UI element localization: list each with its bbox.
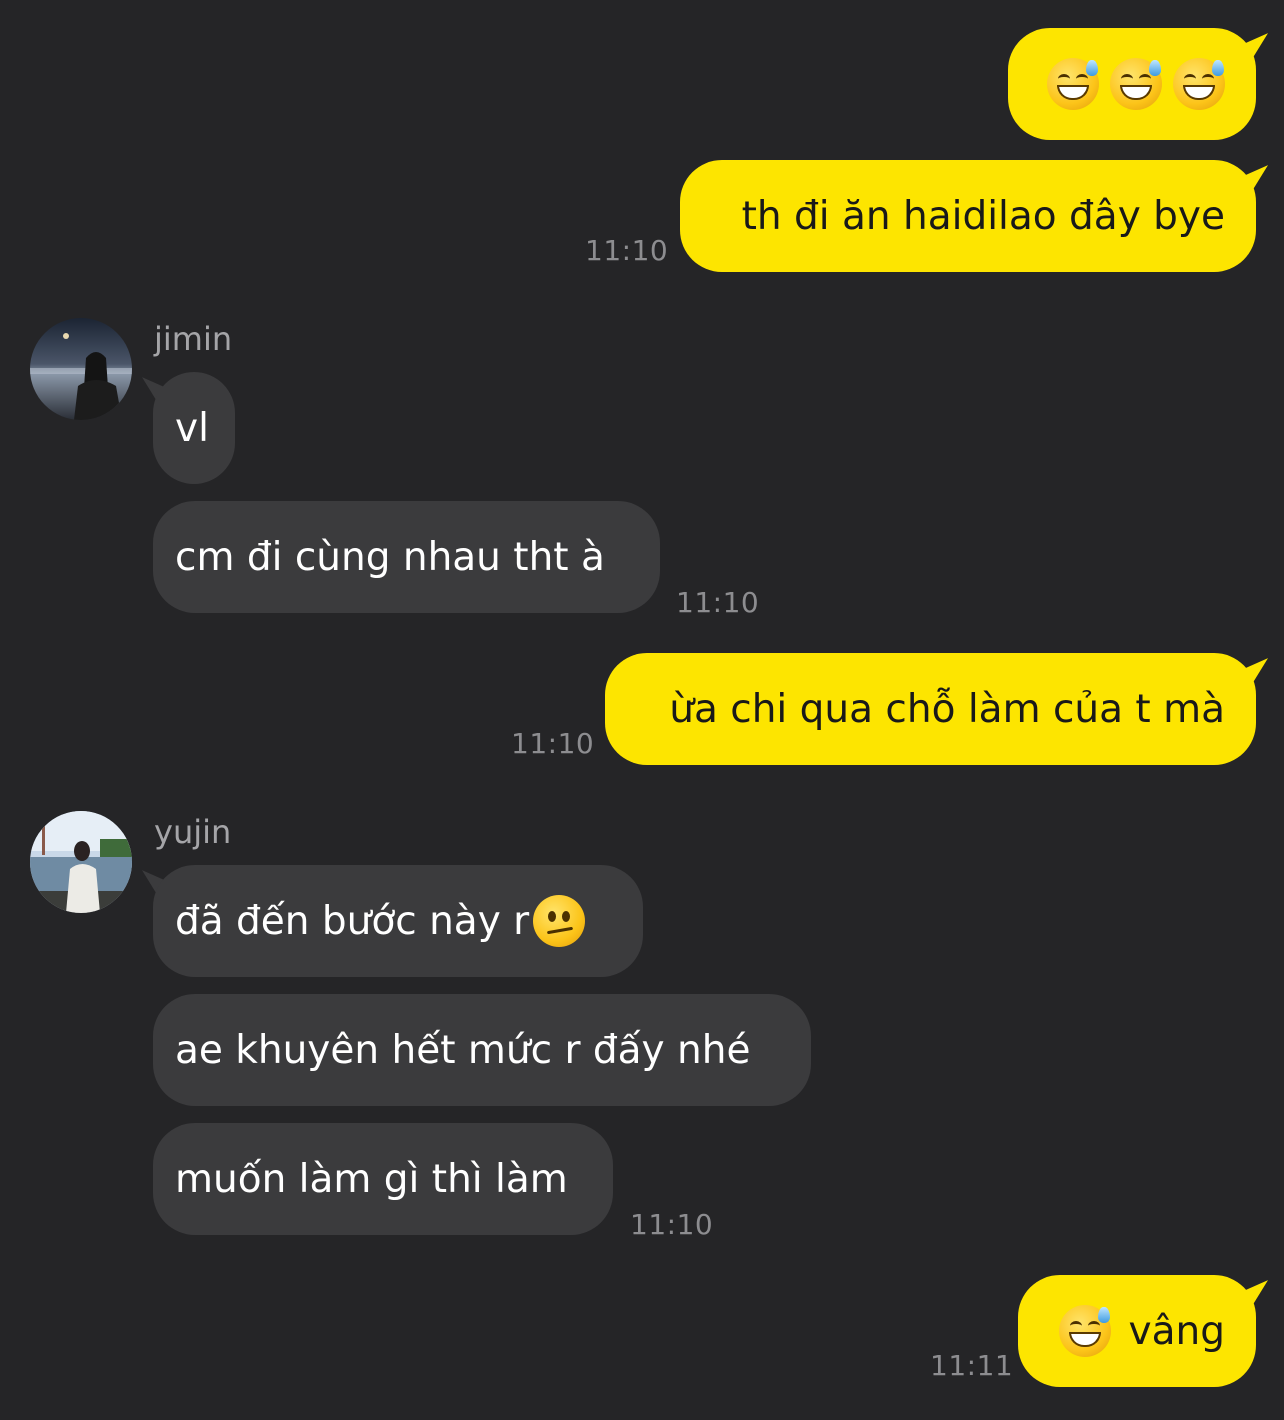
- sender-name: yujin: [154, 813, 232, 851]
- incoming-message-bubble[interactable]: ae khuyên hết mức r đấy nhé: [153, 994, 811, 1106]
- grinning-sweat-emoji-icon: [1058, 1305, 1111, 1357]
- sender-name: jimin: [154, 320, 233, 358]
- message-text: ừa chi qua chỗ làm của t mà: [669, 686, 1225, 732]
- bubble-tail: [1246, 33, 1268, 69]
- message-timestamp: 11:10: [511, 727, 595, 760]
- avatar-image: [30, 811, 132, 913]
- message-text: đã đến bước này r: [175, 898, 530, 944]
- incoming-message-bubble[interactable]: muốn làm gì thì làm: [153, 1123, 613, 1235]
- message-text: ae khuyên hết mức r đấy nhé: [175, 1027, 751, 1073]
- incoming-message-bubble[interactable]: vl: [153, 372, 235, 484]
- message-text: cm đi cùng nhau tht à: [175, 534, 605, 580]
- message-timestamp: 11:11: [930, 1349, 1014, 1382]
- message-text: th đi ăn haidilao đây bye: [741, 193, 1225, 239]
- bubble-tail: [1246, 1280, 1268, 1316]
- bubble-tail: [1246, 658, 1268, 694]
- confused-face-emoji-icon: [533, 895, 586, 947]
- avatar-jimin[interactable]: [30, 318, 132, 420]
- avatar-yujin[interactable]: [30, 811, 132, 913]
- grinning-sweat-emoji-icon: [1047, 58, 1099, 110]
- incoming-message-bubble[interactable]: đã đến bước này r: [153, 865, 643, 977]
- outgoing-message-bubble[interactable]: [1008, 28, 1256, 140]
- message-text: vâng: [1128, 1308, 1225, 1354]
- grinning-sweat-emoji-icon: [1173, 58, 1225, 110]
- outgoing-message-bubble[interactable]: ừa chi qua chỗ làm của t mà: [605, 653, 1256, 765]
- outgoing-message-bubble[interactable]: th đi ăn haidilao đây bye: [680, 160, 1256, 272]
- avatar-image: [30, 318, 132, 420]
- message-text: vl: [175, 405, 209, 451]
- message-timestamp: 11:10: [630, 1208, 714, 1241]
- incoming-message-bubble[interactable]: cm đi cùng nhau tht à: [153, 501, 660, 613]
- outgoing-message-bubble[interactable]: vâng: [1018, 1275, 1256, 1387]
- message-text: muốn làm gì thì làm: [175, 1156, 568, 1202]
- message-timestamp: 11:10: [676, 586, 760, 619]
- message-timestamp: 11:10: [585, 234, 669, 267]
- grinning-sweat-emoji-icon: [1110, 58, 1162, 110]
- emoji-group: [1047, 58, 1225, 110]
- chat-thread[interactable]: th đi ăn haidilao đây bye 11:10 jimin vl: [0, 0, 1284, 1420]
- bubble-tail: [1246, 165, 1268, 201]
